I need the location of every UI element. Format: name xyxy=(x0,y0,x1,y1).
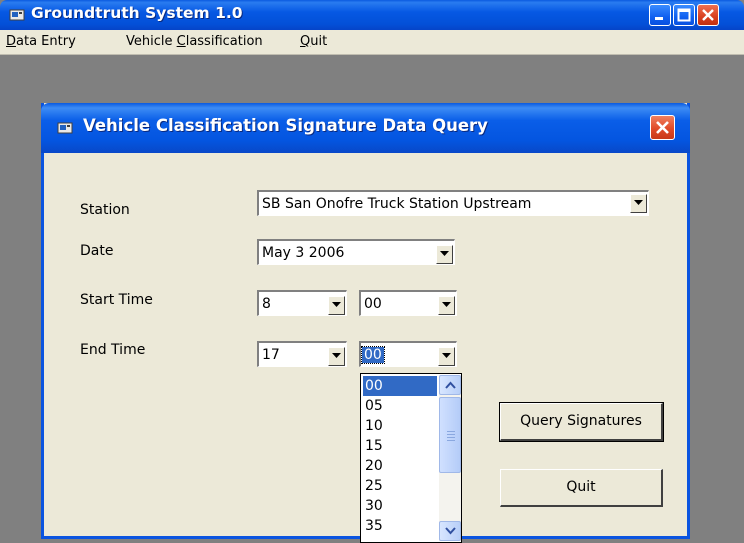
list-item[interactable]: 25 xyxy=(363,476,437,496)
dialog-app-icon xyxy=(57,120,73,136)
station-value: SB San Onofre Truck Station Upstream xyxy=(262,196,532,212)
chevron-down-icon xyxy=(442,302,451,307)
date-value: May 3 2006 xyxy=(262,245,345,261)
end-minute-value: 00 xyxy=(361,346,385,364)
list-item[interactable]: 05 xyxy=(363,396,437,416)
main-titlebar[interactable]: Groundtruth System 1.0 xyxy=(0,0,744,30)
station-label: Station xyxy=(80,202,130,218)
app-icon xyxy=(9,7,25,23)
query-signatures-button[interactable]: Query Signatures xyxy=(499,402,664,442)
minimize-button[interactable] xyxy=(649,4,671,26)
list-item[interactable]: 10 xyxy=(363,416,437,436)
start-minute-value: 00 xyxy=(364,296,382,312)
end-hour-select[interactable]: 17 xyxy=(257,341,347,367)
end-time-label: End Time xyxy=(80,342,146,358)
end-minute-select[interactable]: 00 xyxy=(359,341,457,367)
menu-data-entry[interactable]: Data Entry xyxy=(6,34,76,49)
list-item[interactable]: 35 xyxy=(363,516,437,536)
scroll-thumb[interactable] xyxy=(439,397,461,473)
maximize-button[interactable] xyxy=(673,4,695,26)
end-minute-dropdown-button[interactable] xyxy=(438,347,455,366)
main-close-button[interactable] xyxy=(697,4,719,26)
start-minute-select[interactable]: 00 xyxy=(359,290,457,316)
start-hour-dropdown-button[interactable] xyxy=(328,296,345,315)
scroll-up-button[interactable] xyxy=(439,375,461,395)
start-hour-value: 8 xyxy=(262,296,271,312)
quit-button[interactable]: Quit xyxy=(500,469,663,507)
start-time-label: Start Time xyxy=(80,292,153,308)
chevron-up-icon xyxy=(445,381,456,389)
close-icon xyxy=(702,9,714,21)
menu-quit[interactable]: Quit xyxy=(300,34,327,49)
menubar: Data Entry Vehicle Classification Quit xyxy=(0,30,744,55)
scroll-down-button[interactable] xyxy=(439,521,461,541)
minimize-icon xyxy=(655,17,663,20)
station-select[interactable]: SB San Onofre Truck Station Upstream xyxy=(257,190,649,216)
chevron-down-icon xyxy=(634,200,643,205)
dialog-title: Vehicle Classification Signature Data Qu… xyxy=(83,116,488,135)
dropdown-scrollbar[interactable] xyxy=(439,375,461,541)
date-select[interactable]: May 3 2006 xyxy=(257,239,455,265)
list-item[interactable]: 20 xyxy=(363,456,437,476)
start-minute-dropdown-button[interactable] xyxy=(438,296,455,315)
main-window-title: Groundtruth System 1.0 xyxy=(31,4,243,22)
end-hour-value: 17 xyxy=(262,347,280,363)
chevron-down-icon xyxy=(445,527,456,535)
menu-vehicle-classification[interactable]: Vehicle Classification xyxy=(126,34,263,49)
list-item[interactable]: 30 xyxy=(363,496,437,516)
date-dropdown-button[interactable] xyxy=(436,245,453,264)
chevron-down-icon xyxy=(442,353,451,358)
dialog-titlebar[interactable]: Vehicle Classification Signature Data Qu… xyxy=(41,103,690,153)
chevron-down-icon xyxy=(440,251,449,256)
date-label: Date xyxy=(80,243,114,259)
end-minute-dropdown-list[interactable]: 00 05 10 15 20 25 30 35 xyxy=(360,373,462,543)
chevron-down-icon xyxy=(332,353,341,358)
close-icon xyxy=(656,121,669,134)
maximize-icon xyxy=(677,8,691,22)
dialog-close-button[interactable] xyxy=(650,115,675,140)
list-item[interactable]: 15 xyxy=(363,436,437,456)
list-item[interactable]: 00 xyxy=(363,376,437,396)
station-dropdown-button[interactable] xyxy=(630,194,647,213)
start-hour-select[interactable]: 8 xyxy=(257,290,347,316)
end-hour-dropdown-button[interactable] xyxy=(328,347,345,366)
chevron-down-icon xyxy=(332,302,341,307)
